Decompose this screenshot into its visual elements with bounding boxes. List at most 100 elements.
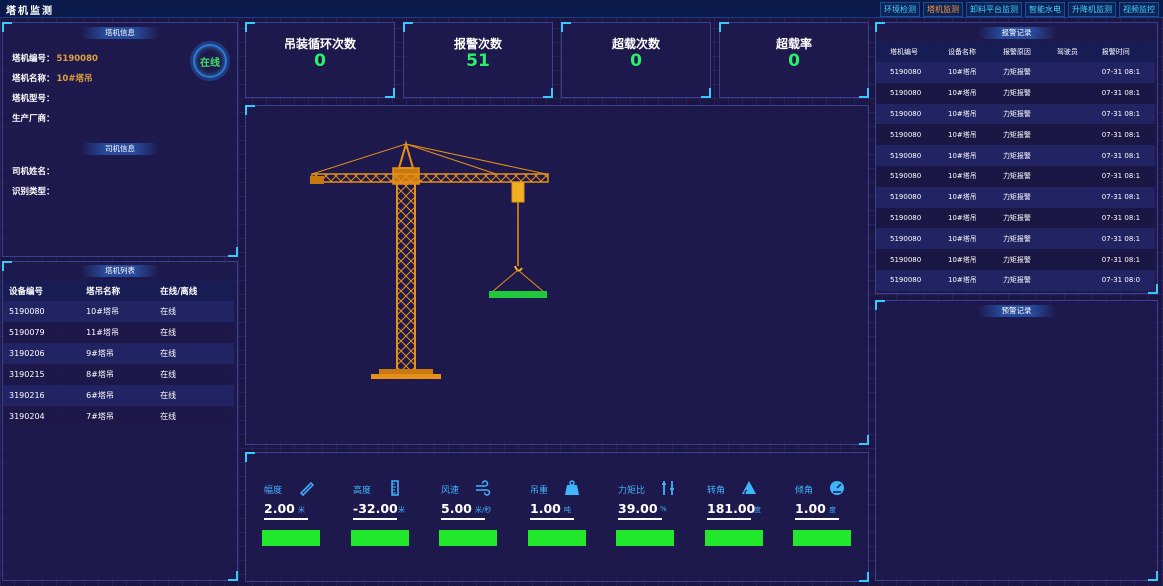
tilt-gauge-icon [830,481,844,495]
table-row[interactable]: 3190206 9#塔吊 在线 [3,343,234,364]
table-row[interactable]: 5190079 11#塔吊 在线 [3,322,234,343]
table-row[interactable]: 5190080 10#塔吊 力矩报警 07-31 08:1 [876,124,1155,146]
warning-records-panel: 预警记录 [875,300,1158,581]
wind-icon [476,480,491,496]
table-row[interactable]: 5190080 10#塔吊 力矩报警 07-31 08:1 [876,103,1155,125]
sensor-label: 力矩比 [618,486,646,496]
stat-label: 吊装循环次数 [283,37,356,51]
tab-crane-monitor[interactable]: 塔机监测 [923,2,963,17]
stat-overload-rate: 超载率 0 [719,22,869,98]
crane-id-value: 5190080 [56,54,98,64]
crane-model-row: 塔机型号： [12,94,55,104]
stat-label: 报警次数 [453,37,502,51]
table-row[interactable]: 3190215 8#塔吊 在线 [3,364,234,385]
column-header: 塔吊名称 [80,280,155,301]
table-row[interactable]: 5190080 10#塔吊 力矩报警 07-31 08:1 [876,145,1155,166]
sensor-value: 5.00 [441,501,472,516]
sensor-value: 1.00 [530,501,561,516]
warning-records-title: 预警记录 [977,305,1056,317]
sensor-status-bar [262,530,320,546]
manufacturer-row: 生产厂商： [12,114,55,124]
sensor-unit: % [660,505,667,513]
top-bar: 塔机监测 环境检测 塔机监测 卸料平台监测 智能水电 升降机监测 视频监控 [0,0,1163,18]
table-row[interactable]: 3190204 7#塔吊 在线 [3,406,234,427]
crane-info-panel: 塔机信息 塔机编号： 5190080 塔机名称： 10#塔吊 塔机型号： 生产厂商：… [2,22,238,257]
sensor-status-bar [705,530,763,546]
crane-id-row: 塔机编号： 5190080 [12,54,98,64]
weight-icon [565,480,579,495]
stat-overload-count: 超载次数 0 [561,22,711,98]
table-row[interactable]: 5190080 10#塔吊 力矩报警 07-31 08:1 [876,228,1155,250]
recognition-type-row: 识别类型： [12,187,55,197]
stat-value: 51 [466,51,490,71]
crane-view-panel [245,105,869,445]
tab-environment[interactable]: 环境检测 [880,2,920,17]
stat-value: 0 [788,51,800,71]
crane-list-table: 设备编号 塔吊名称 在线/离线 5190080 10#塔吊 在线 5190079 11… [3,280,234,427]
sensor-label: 转角 [707,486,726,496]
table-row[interactable]: 5190080 10#塔吊 力矩报警 07-31 08:1 [876,165,1155,187]
sensor-value: 181.00 [707,501,756,516]
column-header: 在线/离线 [154,280,234,301]
angle-icon [742,481,756,495]
crane-load [489,291,547,298]
sensor-status-bar [528,530,586,546]
table-row[interactable]: 5190080 10#塔吊 力矩报警 07-31 08:1 [876,207,1155,229]
sensor-value: 39.00 [618,501,658,516]
crane-name-value: 10#塔吊 [56,74,93,84]
table-header-row: 设备编号 塔吊名称 在线/离线 [3,280,234,301]
sensor-panel [245,452,869,582]
sensor-unit: 度 [829,506,836,514]
sensor-label: 风速 [441,486,460,496]
tools-icon [662,481,674,495]
column-header: 设备编号 [3,280,81,301]
sensor-label: 倾角 [795,486,814,496]
table-row[interactable]: 5190080 10#塔吊 力矩报警 07-31 08:1 [876,62,1155,83]
stat-cycle-count: 吊装循环次数 0 [245,22,395,98]
nav-tabs: 环境检测 塔机监测 卸料平台监测 智能水电 升降机监测 视频监控 [880,2,1159,17]
table-row[interactable]: 5190080 10#塔吊 力矩报警 07-31 08:1 [876,82,1155,104]
sensor-value: 2.00 [264,501,295,516]
driver-name-row: 司机姓名： [12,167,55,177]
sensor-label: 吊重 [530,486,549,496]
sensor-status-bar [616,530,674,546]
sensor-value: 1.00 [795,501,826,516]
alarm-records-table: 塔机编号 设备名称 报警原因 驾驶员 报警时间 5190080 10#塔吊 力矩报警… [876,42,1155,291]
tower-crane-illustration [310,140,549,379]
table-row[interactable]: 3190216 6#塔吊 在线 [3,385,234,406]
table-row[interactable]: 5190080 10#塔吊 力矩报警 07-31 08:0 [876,269,1155,291]
table-row[interactable]: 5190080 10#塔吊 在线 [3,301,234,322]
tab-elevator[interactable]: 升降机监测 [1068,2,1116,17]
ruler-icon [299,481,314,496]
sensor-unit: 度 [754,506,761,514]
alarm-records-title: 报警记录 [977,27,1056,39]
sensor-unit: 米 [398,506,405,514]
stat-label: 超载次数 [611,37,660,51]
table-row[interactable]: 5190080 10#塔吊 力矩报警 07-31 08:1 [876,186,1155,208]
sensor-status-bar [351,530,409,546]
sensor-unit: 吨 [564,506,571,514]
stat-value: 0 [314,51,326,71]
sensor-unit: 米 [298,506,305,514]
tab-video[interactable]: 视频监控 [1119,2,1159,17]
online-status-badge: 在线 [193,44,227,78]
sensor-status-bar [793,530,851,546]
crane-list-title: 塔机列表 [81,265,159,277]
crane-name-row: 塔机名称： 10#塔吊 [12,74,93,84]
driver-info-title: 司机信息 [81,143,159,155]
app-title: 塔机监测 [6,6,54,17]
sensor-status-bar [439,530,497,546]
tab-smart-utility[interactable]: 智能水电 [1025,2,1065,17]
table-header-row: 塔机编号 设备名称 报警原因 驾驶员 报警时间 [876,42,1155,62]
table-row[interactable]: 5190080 10#塔吊 力矩报警 07-31 08:1 [876,249,1155,270]
sensor-unit: 米/秒 [475,506,492,514]
height-ruler-icon [391,480,399,496]
sensor-label: 高度 [353,486,372,496]
tab-unloading-platform[interactable]: 卸料平台监测 [966,2,1022,17]
stat-label: 超载率 [775,37,812,51]
sensor-label: 幅度 [264,486,283,496]
stat-alarm-count: 报警次数 51 [403,22,553,98]
sensor-value: -32.00 [353,501,398,516]
stat-value: 0 [630,51,642,71]
crane-info-title: 塔机信息 [81,27,159,39]
